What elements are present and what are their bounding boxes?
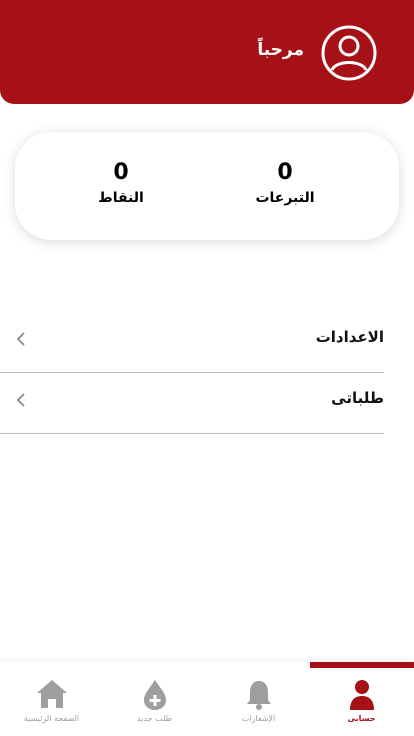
chevron-left-icon [16,332,25,346]
points-count: 0 [113,160,129,185]
person-icon [350,680,374,710]
donations-label: التبرعات [255,190,315,206]
tab-notifications-label: الإشعارات [241,714,276,723]
donations-count: 0 [277,160,293,185]
stats-card: 0 التبرعات 0 النقاط [15,132,399,240]
tab-notifications[interactable]: الإشعارات [207,662,310,736]
user-circle-icon[interactable] [320,24,378,82]
my-requests-label: طلباتى [331,389,384,407]
home-icon [37,680,67,708]
tab-home-label: الصفحة الرئيسية [23,714,80,723]
tab-my-account[interactable]: حسابى [310,662,413,736]
settings-label: الاعدادات [315,328,384,346]
blood-drop-plus-icon [144,680,166,710]
bottom-navigation: الصفحة الرئيسية طلب جديد الإشعارات حسابى [0,662,414,736]
tab-new-request-label: طلب جديد [137,714,172,723]
bell-icon [247,681,271,710]
donations-stat: 0 التبرعات [215,160,355,206]
tab-home[interactable]: الصفحة الرئيسية [0,662,103,736]
my-requests-menu-item[interactable]: طلباتى [0,371,384,434]
greeting-text: مرحباً [257,40,304,60]
points-stat: 0 النقاط [51,160,191,206]
points-label: النقاط [98,190,144,206]
tab-my-account-label: حسابى [347,714,376,723]
chevron-left-icon [16,393,25,407]
settings-menu-item[interactable]: الاعدادات [0,310,384,373]
profile-header: مرحباً [0,0,414,104]
tab-new-request[interactable]: طلب جديد [103,662,206,736]
